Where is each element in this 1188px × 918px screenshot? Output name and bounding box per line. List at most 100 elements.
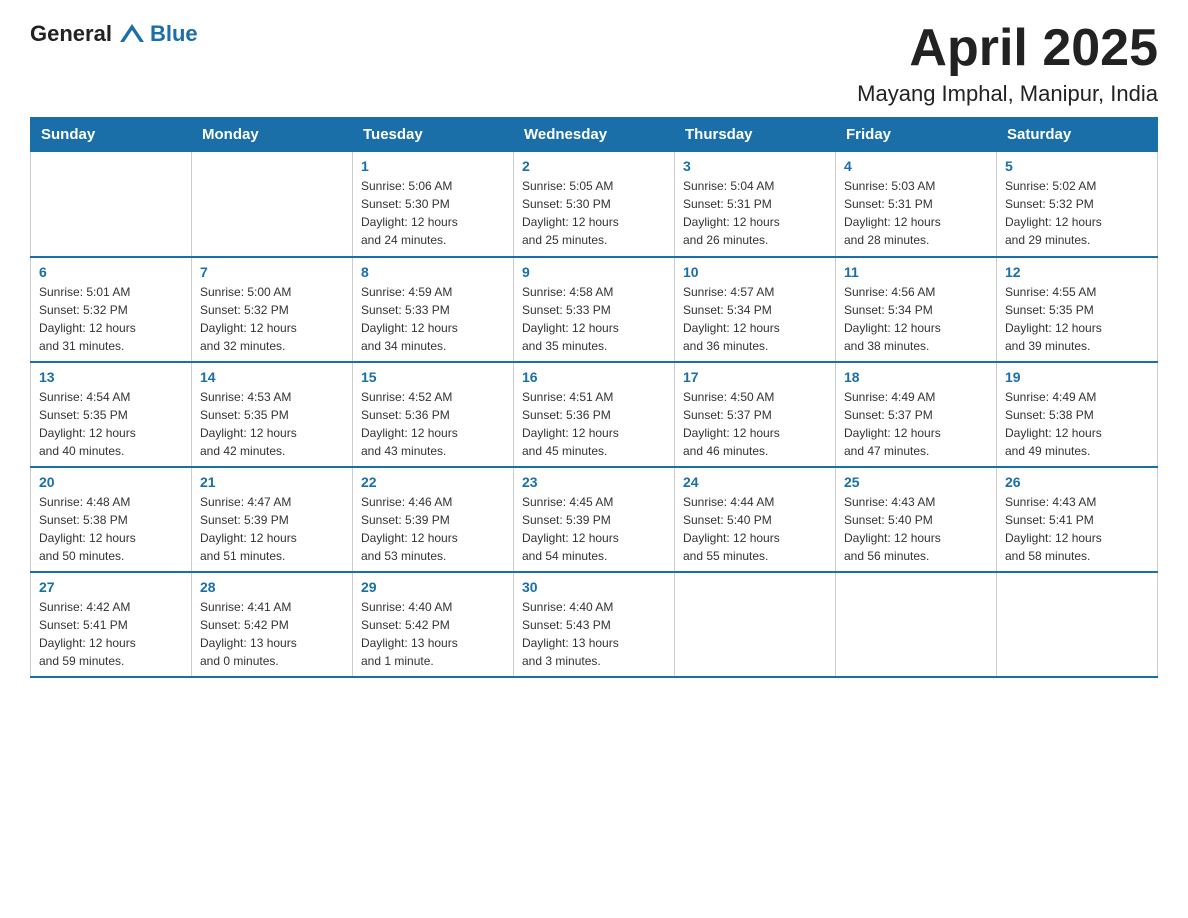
day-number: 30 (522, 579, 666, 595)
logo-text-blue: Blue (150, 21, 198, 47)
calendar-cell: 13 Sunrise: 4:54 AM Sunset: 5:35 PM Dayli… (31, 362, 192, 467)
day-number: 6 (39, 264, 183, 280)
logo: General Blue (30, 20, 198, 48)
day-number: 23 (522, 474, 666, 490)
calendar-cell: 20Sunrise: 4:48 AM Sunset: 5:38 PM Dayli… (31, 467, 192, 572)
day-info: Sunrise: 4:59 AM Sunset: 5:33 PM Dayligh… (361, 283, 505, 355)
weekday-header-saturday: Saturday (997, 118, 1158, 152)
calendar-cell: 1 Sunrise: 5:06 AM Sunset: 5:30 PM Daylig… (353, 152, 514, 257)
day-info: Sunrise: 4:43 AM Sunset: 5:41 PM Dayligh… (1005, 493, 1149, 565)
day-info: Sunrise: 5:02 AM Sunset: 5:32 PM Dayligh… (1005, 177, 1149, 249)
logo-text-general: General (30, 21, 112, 47)
day-number: 3 (683, 158, 827, 174)
day-info: Sunrise: 4:50 AM Sunset: 5:37 PM Dayligh… (683, 388, 827, 460)
day-number: 20 (39, 474, 183, 490)
day-number: 7 (200, 264, 344, 280)
day-info: Sunrise: 5:04 AM Sunset: 5:31 PM Dayligh… (683, 177, 827, 249)
calendar-subtitle: Mayang Imphal, Manipur, India (857, 81, 1158, 107)
day-info: Sunrise: 4:51 AM Sunset: 5:36 PM Dayligh… (522, 388, 666, 460)
day-number: 11 (844, 264, 988, 280)
day-number: 4 (844, 158, 988, 174)
day-number: 14 (200, 369, 344, 385)
day-info: Sunrise: 4:53 AM Sunset: 5:35 PM Dayligh… (200, 388, 344, 460)
day-info: Sunrise: 4:56 AM Sunset: 5:34 PM Dayligh… (844, 283, 988, 355)
weekday-header-wednesday: Wednesday (514, 118, 675, 152)
day-info: Sunrise: 4:42 AM Sunset: 5:41 PM Dayligh… (39, 598, 183, 670)
day-info: Sunrise: 4:41 AM Sunset: 5:42 PM Dayligh… (200, 598, 344, 670)
calendar-cell: 28 Sunrise: 4:41 AM Sunset: 5:42 PM Dayli… (192, 572, 353, 677)
day-info: Sunrise: 4:47 AM Sunset: 5:39 PM Dayligh… (200, 493, 344, 565)
day-number: 22 (361, 474, 505, 490)
day-info: Sunrise: 4:49 AM Sunset: 5:37 PM Dayligh… (844, 388, 988, 460)
day-number: 16 (522, 369, 666, 385)
day-info: Sunrise: 5:00 AM Sunset: 5:32 PM Dayligh… (200, 283, 344, 355)
calendar-cell: 17Sunrise: 4:50 AM Sunset: 5:37 PM Dayli… (675, 362, 836, 467)
day-number: 1 (361, 158, 505, 174)
calendar-table: SundayMondayTuesdayWednesdayThursdayFrid… (30, 117, 1158, 678)
calendar-cell: 24 Sunrise: 4:44 AM Sunset: 5:40 PM Dayli… (675, 467, 836, 572)
day-info: Sunrise: 5:06 AM Sunset: 5:30 PM Dayligh… (361, 177, 505, 249)
calendar-cell (192, 152, 353, 257)
day-number: 28 (200, 579, 344, 595)
calendar-cell: 7 Sunrise: 5:00 AM Sunset: 5:32 PM Daylig… (192, 257, 353, 362)
day-number: 13 (39, 369, 183, 385)
day-number: 25 (844, 474, 988, 490)
calendar-cell: 8 Sunrise: 4:59 AM Sunset: 5:33 PM Daylig… (353, 257, 514, 362)
calendar-cell: 22 Sunrise: 4:46 AM Sunset: 5:39 PM Dayli… (353, 467, 514, 572)
day-info: Sunrise: 4:44 AM Sunset: 5:40 PM Dayligh… (683, 493, 827, 565)
weekday-header-sunday: Sunday (31, 118, 192, 152)
day-number: 19 (1005, 369, 1149, 385)
calendar-cell: 9 Sunrise: 4:58 AM Sunset: 5:33 PM Daylig… (514, 257, 675, 362)
day-info: Sunrise: 4:43 AM Sunset: 5:40 PM Dayligh… (844, 493, 988, 565)
day-number: 2 (522, 158, 666, 174)
weekday-header-tuesday: Tuesday (353, 118, 514, 152)
calendar-cell: 23 Sunrise: 4:45 AM Sunset: 5:39 PM Dayli… (514, 467, 675, 572)
day-info: Sunrise: 5:01 AM Sunset: 5:32 PM Dayligh… (39, 283, 183, 355)
calendar-header-row: SundayMondayTuesdayWednesdayThursdayFrid… (31, 118, 1158, 152)
day-number: 24 (683, 474, 827, 490)
calendar-cell (31, 152, 192, 257)
calendar-cell: 11 Sunrise: 4:56 AM Sunset: 5:34 PM Dayli… (836, 257, 997, 362)
calendar-cell: 25 Sunrise: 4:43 AM Sunset: 5:40 PM Dayli… (836, 467, 997, 572)
calendar-cell: 30Sunrise: 4:40 AM Sunset: 5:43 PM Dayli… (514, 572, 675, 677)
calendar-cell: 6 Sunrise: 5:01 AM Sunset: 5:32 PM Daylig… (31, 257, 192, 362)
calendar-cell: 18 Sunrise: 4:49 AM Sunset: 5:37 PM Dayli… (836, 362, 997, 467)
calendar-cell (836, 572, 997, 677)
day-number: 8 (361, 264, 505, 280)
day-info: Sunrise: 4:49 AM Sunset: 5:38 PM Dayligh… (1005, 388, 1149, 460)
day-info: Sunrise: 5:05 AM Sunset: 5:30 PM Dayligh… (522, 177, 666, 249)
day-info: Sunrise: 5:03 AM Sunset: 5:31 PM Dayligh… (844, 177, 988, 249)
title-block: April 2025 Mayang Imphal, Manipur, India (857, 20, 1158, 107)
calendar-cell: 29Sunrise: 4:40 AM Sunset: 5:42 PM Dayli… (353, 572, 514, 677)
calendar-cell: 3 Sunrise: 5:04 AM Sunset: 5:31 PM Daylig… (675, 152, 836, 257)
day-info: Sunrise: 4:54 AM Sunset: 5:35 PM Dayligh… (39, 388, 183, 460)
calendar-cell: 10Sunrise: 4:57 AM Sunset: 5:34 PM Dayli… (675, 257, 836, 362)
calendar-cell: 15 Sunrise: 4:52 AM Sunset: 5:36 PM Dayli… (353, 362, 514, 467)
day-info: Sunrise: 4:57 AM Sunset: 5:34 PM Dayligh… (683, 283, 827, 355)
day-number: 15 (361, 369, 505, 385)
day-info: Sunrise: 4:58 AM Sunset: 5:33 PM Dayligh… (522, 283, 666, 355)
day-number: 27 (39, 579, 183, 595)
day-number: 12 (1005, 264, 1149, 280)
day-info: Sunrise: 4:46 AM Sunset: 5:39 PM Dayligh… (361, 493, 505, 565)
day-info: Sunrise: 4:45 AM Sunset: 5:39 PM Dayligh… (522, 493, 666, 565)
page-header: General Blue April 2025 Mayang Imphal, M… (30, 20, 1158, 107)
calendar-cell: 19 Sunrise: 4:49 AM Sunset: 5:38 PM Dayli… (997, 362, 1158, 467)
calendar-cell (675, 572, 836, 677)
calendar-cell: 26Sunrise: 4:43 AM Sunset: 5:41 PM Dayli… (997, 467, 1158, 572)
day-number: 9 (522, 264, 666, 280)
weekday-header-thursday: Thursday (675, 118, 836, 152)
day-number: 18 (844, 369, 988, 385)
day-info: Sunrise: 4:55 AM Sunset: 5:35 PM Dayligh… (1005, 283, 1149, 355)
calendar-cell (997, 572, 1158, 677)
logo-icon (118, 20, 146, 48)
calendar-cell: 16 Sunrise: 4:51 AM Sunset: 5:36 PM Dayli… (514, 362, 675, 467)
calendar-cell: 27 Sunrise: 4:42 AM Sunset: 5:41 PM Dayli… (31, 572, 192, 677)
calendar-cell: 2 Sunrise: 5:05 AM Sunset: 5:30 PM Daylig… (514, 152, 675, 257)
day-info: Sunrise: 4:52 AM Sunset: 5:36 PM Dayligh… (361, 388, 505, 460)
calendar-cell: 5Sunrise: 5:02 AM Sunset: 5:32 PM Daylig… (997, 152, 1158, 257)
day-number: 21 (200, 474, 344, 490)
calendar-week-row: 20Sunrise: 4:48 AM Sunset: 5:38 PM Dayli… (31, 467, 1158, 572)
calendar-cell: 21 Sunrise: 4:47 AM Sunset: 5:39 PM Dayli… (192, 467, 353, 572)
calendar-cell: 12 Sunrise: 4:55 AM Sunset: 5:35 PM Dayli… (997, 257, 1158, 362)
